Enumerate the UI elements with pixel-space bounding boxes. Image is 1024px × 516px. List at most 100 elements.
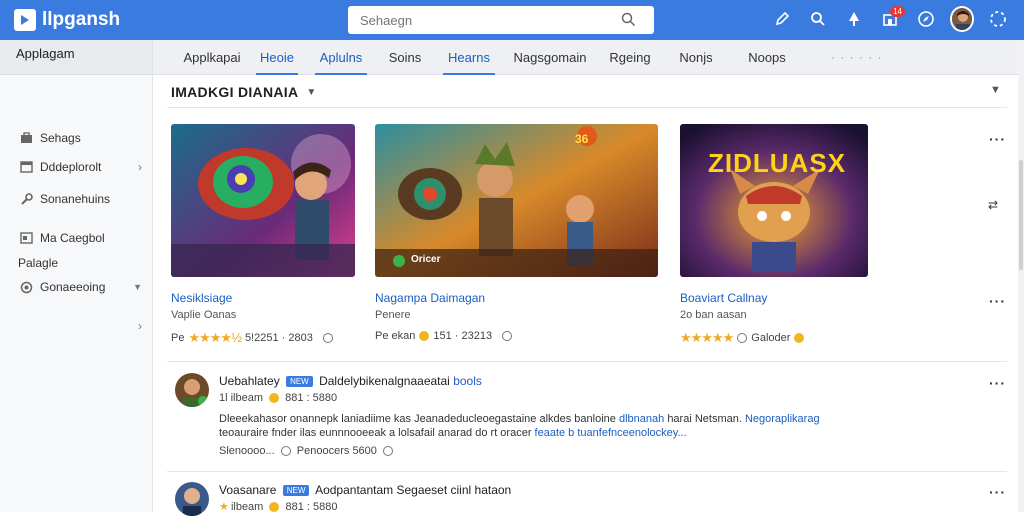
post-body-link[interactable]: Negoraplikarag: [745, 413, 820, 425]
notification-badge: 14: [890, 6, 905, 17]
scrollbar-thumb[interactable]: [1019, 160, 1023, 270]
clock-icon: [382, 446, 393, 457]
section-title[interactable]: IMADKGI DIANAIA ▼: [171, 84, 317, 100]
search-box[interactable]: [348, 6, 654, 34]
edit-icon[interactable]: [770, 5, 794, 33]
sidebar-header: Applagam: [16, 46, 75, 61]
star-icon: ★: [219, 501, 229, 513]
post-sub-text: ilbeam: [230, 501, 264, 513]
post-body: Dleeekahasor onannepk laniadiime kas Jea…: [219, 412, 909, 440]
card-image[interactable]: Oricer 36: [375, 124, 658, 277]
card-subtitle: Penere: [375, 309, 411, 321]
sidebar-item-label: Gonaeeoing: [40, 280, 106, 294]
sidebar-item-ma-caegbol[interactable]: Ma Caegbol: [18, 231, 142, 245]
card-subtitle: 2o ban aasan: [680, 309, 747, 321]
card-title[interactable]: Nesiklsiage: [171, 291, 232, 305]
card-meta-prefix: Pe: [171, 332, 185, 344]
tree-icon[interactable]: [842, 5, 866, 33]
tab-bar: Applkapai Heoie Aplulns Soins Hearns Nag…: [153, 40, 1024, 75]
tab-noops[interactable]: Noops: [743, 40, 791, 75]
tab-nonjs[interactable]: Nonjs: [675, 40, 717, 75]
post-headline[interactable]: Aodpantantam Segaeset ciinl hataon: [315, 483, 511, 497]
tab-heoie[interactable]: Heoie: [256, 40, 298, 75]
card-image[interactable]: [171, 124, 355, 277]
app-logo-icon: [14, 9, 36, 31]
sidebar-item-palagle[interactable]: Palagle: [18, 256, 142, 270]
sidebar-item-label: Palagle: [18, 256, 59, 270]
user-avatar: [950, 6, 974, 32]
post-author[interactable]: Uebahlatey: [219, 374, 280, 388]
search-icon[interactable]: [806, 5, 830, 33]
more-options-icon[interactable]: ···: [989, 484, 1006, 500]
post-footer: Slenoooo... Penoocers 5600: [219, 445, 393, 457]
more-options-icon[interactable]: ···: [989, 131, 1006, 147]
briefcase-icon: [18, 131, 34, 145]
card-meta-value: Galoder: [751, 332, 791, 344]
card-meta-value: 5!2251 · 2803: [244, 332, 313, 344]
clock-icon: [737, 333, 748, 343]
more-options-icon[interactable]: ···: [989, 293, 1006, 309]
clock-icon: [280, 446, 291, 457]
post-headline-link[interactable]: bools: [453, 374, 482, 388]
brand[interactable]: llpgansh: [14, 9, 348, 31]
post-body-link[interactable]: feaate b tuanfefnceenolockey...: [535, 427, 687, 439]
section-title-text: IMADKGI DIANAIA: [171, 84, 299, 100]
image-corner-text: 36: [575, 132, 589, 146]
tab-aplulns[interactable]: Aplulns: [315, 40, 367, 75]
card-meta-prefix: Pe ekan: [375, 330, 416, 342]
circle-icon: [18, 280, 34, 294]
post-tag: NEW: [286, 376, 313, 388]
post-header: Uebahlatey NEW Daldelybikenalgnaaeatai b…: [219, 374, 482, 388]
post-avatar[interactable]: [175, 482, 209, 516]
sidebar-item-label: Sehags: [40, 131, 81, 145]
tab-applkapai[interactable]: Applkapai: [173, 40, 251, 75]
post-tag: NEW: [282, 485, 310, 497]
sidebar-item-label: Sonanehuins: [40, 192, 111, 206]
divider: [167, 107, 1007, 108]
search-input[interactable]: [360, 12, 610, 28]
loading-icon[interactable]: [986, 5, 1010, 33]
more-options-icon[interactable]: ···: [989, 375, 1006, 391]
sidebar-item-sonanehuins[interactable]: Sonanehuins: [18, 192, 142, 206]
caret-down-icon: ▼: [306, 86, 317, 98]
tab-soins[interactable]: Soins: [383, 40, 427, 75]
post-headline[interactable]: Daldelybikenalgnaaeatai: [319, 374, 450, 388]
top-bar: llpgansh 14: [0, 0, 1024, 40]
card-image[interactable]: ZIDLUASX: [680, 124, 868, 277]
caret-down-icon: ▼: [133, 282, 142, 292]
compass-icon[interactable]: [914, 5, 938, 33]
app-title: llpgansh: [42, 9, 121, 30]
post-sub: 1l ilbeam 881 : 5880: [219, 392, 337, 404]
card-meta: ★★★★★ Galoder: [680, 330, 805, 346]
chevron-right-icon: ›: [138, 160, 142, 174]
sidebar-item-gonaeeoing[interactable]: Gonaeeoing ▼: [18, 280, 142, 294]
card-title[interactable]: Nagampa Daimagan: [375, 291, 485, 305]
chevron-down-icon[interactable]: ▼: [990, 84, 1001, 96]
tab-overflow-icon[interactable]: · · · · · ·: [831, 50, 883, 64]
notifications-icon[interactable]: 14: [878, 5, 905, 33]
post-body-link[interactable]: dlbnanah: [619, 413, 664, 425]
post-author[interactable]: Voasanare: [219, 483, 276, 497]
tab-nagsgomain[interactable]: Nagsgomain: [513, 40, 587, 75]
coin-icon: [419, 331, 430, 341]
search-icon[interactable]: [621, 12, 636, 32]
tab-hearns[interactable]: Hearns: [443, 40, 495, 75]
post-footer-value: 5600: [352, 445, 377, 457]
post-footer-label: Penoocers: [296, 445, 350, 457]
card-meta-value: 151 · 23213: [433, 330, 493, 342]
post-avatar[interactable]: [175, 373, 209, 407]
post-body-text: Dleeekahasor onannepk laniadiime kas Jea…: [219, 413, 616, 425]
window-icon: [18, 160, 34, 174]
coin-icon: [269, 393, 280, 404]
card-meta: Pe ★★★★½ 5!2251 · 2803: [171, 330, 333, 346]
swap-arrows-icon[interactable]: ⇄: [988, 198, 998, 212]
card-title[interactable]: Boaviart Callnay: [680, 291, 767, 305]
sidebar-item-sehags[interactable]: Sehags: [18, 131, 142, 145]
tab-rgeing[interactable]: Rgeing: [605, 40, 655, 75]
sidebar-item-dddeplorolt[interactable]: Dddeplorolt ›: [18, 160, 142, 174]
scrollbar[interactable]: [1018, 40, 1024, 512]
image-title-text: ZIDLUASX: [708, 148, 846, 178]
post-sub-value: 881 : 5880: [285, 501, 338, 513]
post-sub-value: 881 : 5880: [285, 392, 338, 404]
avatar[interactable]: [950, 5, 974, 33]
